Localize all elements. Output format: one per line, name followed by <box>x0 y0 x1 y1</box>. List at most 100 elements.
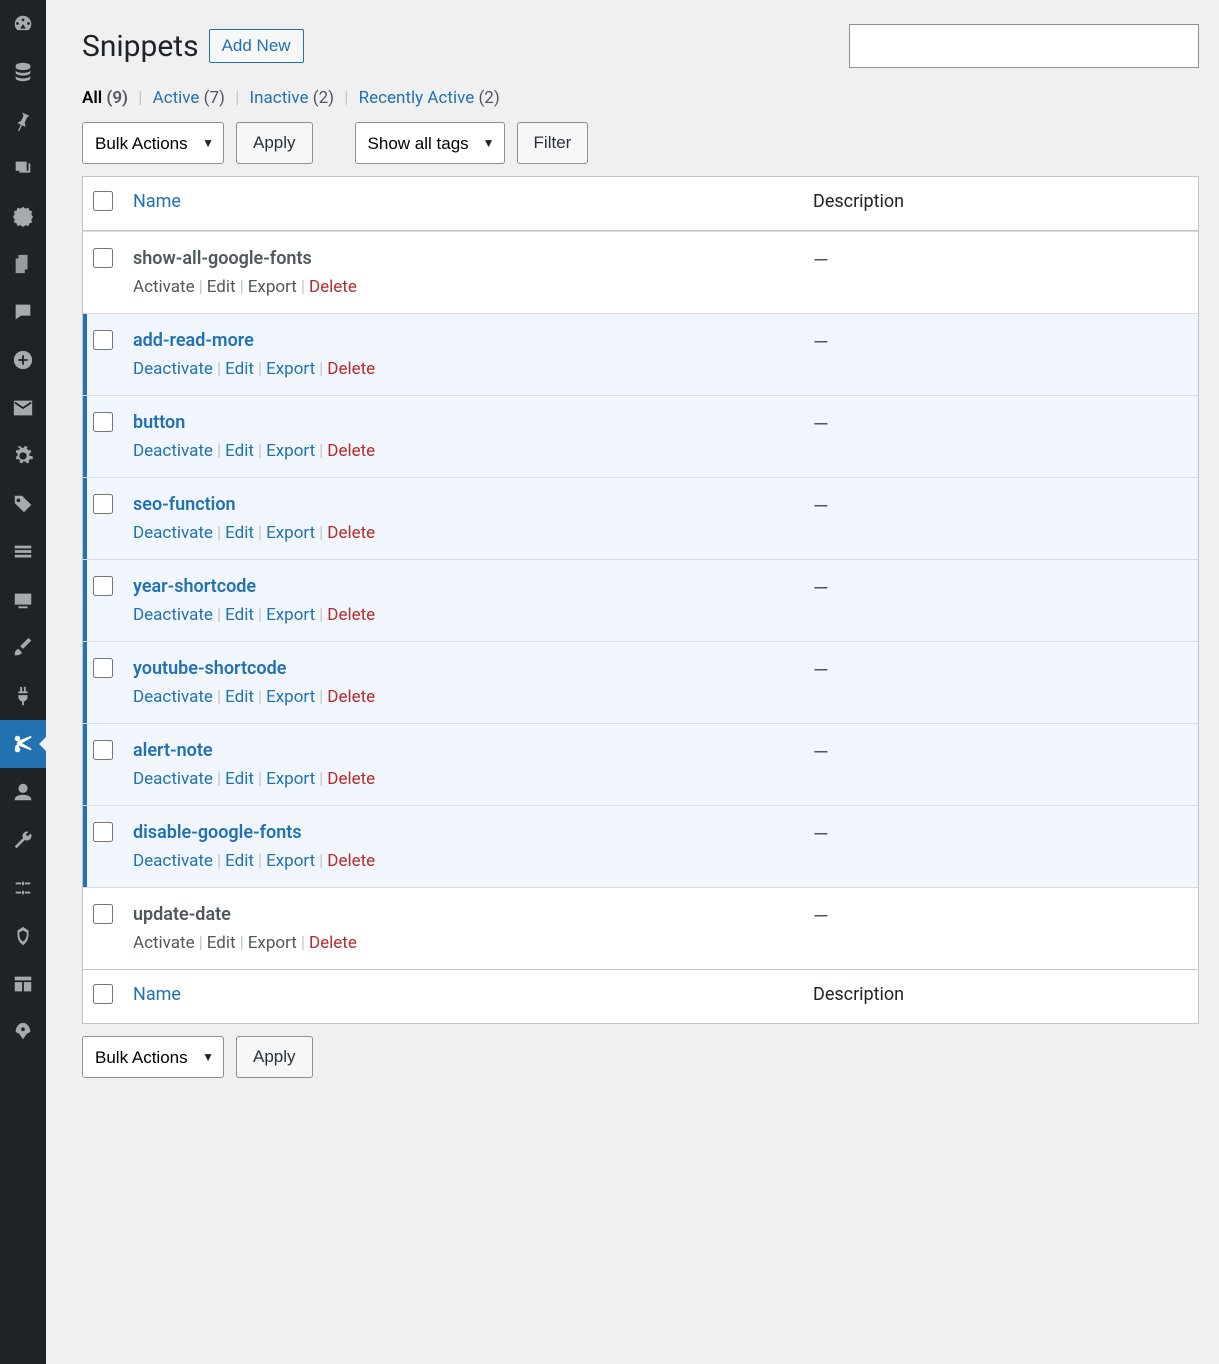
row-action-edit[interactable]: Edit <box>225 605 254 625</box>
row-action-edit[interactable]: Edit <box>207 277 236 297</box>
sidebar-item-appearance[interactable] <box>0 624 46 672</box>
row-action-export[interactable]: Export <box>266 441 315 461</box>
row-action-delete[interactable]: Delete <box>327 769 375 789</box>
row-title[interactable]: alert-note <box>133 740 793 761</box>
filter-all[interactable]: All (9) <box>82 88 128 108</box>
row-checkbox[interactable] <box>93 412 113 432</box>
filter-recent[interactable]: Recently Active (2) <box>359 88 500 108</box>
row-action-export[interactable]: Export <box>248 277 297 297</box>
sidebar-item-forms[interactable] <box>0 192 46 240</box>
sidebar-item-posts[interactable] <box>0 96 46 144</box>
sidebar-item-settings[interactable] <box>0 432 46 480</box>
row-title[interactable]: button <box>133 412 793 433</box>
sidebar-item-pages[interactable] <box>0 240 46 288</box>
sidebar-item-panel[interactable] <box>0 960 46 1008</box>
sidebar-item-comments[interactable] <box>0 288 46 336</box>
row-description: — <box>803 313 1198 395</box>
row-action-toggle[interactable]: Activate <box>133 933 195 953</box>
sidebar-item-tools[interactable] <box>0 816 46 864</box>
sidebar-item-database[interactable] <box>0 48 46 96</box>
row-checkbox[interactable] <box>93 822 113 842</box>
row-action-delete[interactable]: Delete <box>327 687 375 707</box>
bulk-actions-select-bottom[interactable]: Bulk Actions <box>82 1036 224 1078</box>
row-title[interactable]: add-read-more <box>133 330 793 351</box>
sidebar-item-mail[interactable] <box>0 384 46 432</box>
add-new-button[interactable]: Add New <box>209 29 304 63</box>
header-name-link[interactable]: Name <box>133 191 181 212</box>
sidebar-item-users[interactable] <box>0 768 46 816</box>
row-action-toggle[interactable]: Activate <box>133 277 195 297</box>
filter-inactive[interactable]: Inactive (2) <box>250 88 335 108</box>
row-action-export[interactable]: Export <box>266 523 315 543</box>
bulk-actions-select[interactable]: Bulk Actions <box>82 122 224 164</box>
row-checkbox[interactable] <box>93 494 113 514</box>
row-action-delete[interactable]: Delete <box>327 523 375 543</box>
sidebar-item-rocket[interactable] <box>0 1008 46 1056</box>
sidebar-item-add[interactable] <box>0 336 46 384</box>
row-action-export[interactable]: Export <box>266 769 315 789</box>
row-action-delete[interactable]: Delete <box>327 441 375 461</box>
sidebar-item-tags[interactable] <box>0 480 46 528</box>
row-checkbox[interactable] <box>93 740 113 760</box>
plug-icon <box>12 685 34 707</box>
sidebar-item-snippets[interactable] <box>0 720 46 768</box>
footer-name-link[interactable]: Name <box>133 984 181 1005</box>
row-action-delete[interactable]: Delete <box>309 933 357 953</box>
row-description: — <box>803 395 1198 477</box>
row-action-delete[interactable]: Delete <box>327 851 375 871</box>
row-action-edit[interactable]: Edit <box>225 687 254 707</box>
user-icon <box>12 781 34 803</box>
row-action-export[interactable]: Export <box>266 687 315 707</box>
row-action-edit[interactable]: Edit <box>225 359 254 379</box>
row-action-delete[interactable]: Delete <box>327 605 375 625</box>
footer-name: Name <box>123 969 803 1023</box>
row-checkbox[interactable] <box>93 576 113 596</box>
select-all-checkbox-bottom[interactable] <box>93 984 113 1004</box>
row-action-export[interactable]: Export <box>248 933 297 953</box>
row-title[interactable]: show-all-google-fonts <box>133 248 793 269</box>
sidebar-item-media[interactable] <box>0 144 46 192</box>
row-title[interactable]: update-date <box>133 904 793 925</box>
bulk-actions-wrap-bottom: Bulk Actions <box>82 1036 224 1078</box>
row-title[interactable]: year-shortcode <box>133 576 793 597</box>
row-action-toggle[interactable]: Deactivate <box>133 605 213 625</box>
sidebar-item-dashboard[interactable] <box>0 0 46 48</box>
tags-select[interactable]: Show all tags <box>355 122 505 164</box>
row-action-toggle[interactable]: Deactivate <box>133 687 213 707</box>
row-action-delete[interactable]: Delete <box>327 359 375 379</box>
row-action-export[interactable]: Export <box>266 851 315 871</box>
row-action-toggle[interactable]: Deactivate <box>133 359 213 379</box>
row-title[interactable]: youtube-shortcode <box>133 658 793 679</box>
row-actions: Activate|Edit|Export|Delete <box>133 277 793 297</box>
sidebar-item-slider[interactable] <box>0 576 46 624</box>
row-checkbox[interactable] <box>93 658 113 678</box>
row-title[interactable]: disable-google-fonts <box>133 822 793 843</box>
sidebar-item-list[interactable] <box>0 528 46 576</box>
sidebar-item-seo[interactable] <box>0 912 46 960</box>
row-action-toggle[interactable]: Deactivate <box>133 769 213 789</box>
row-action-edit[interactable]: Edit <box>225 523 254 543</box>
apply-button-bottom[interactable]: Apply <box>236 1036 313 1078</box>
row-action-edit[interactable]: Edit <box>225 441 254 461</box>
row-action-export[interactable]: Export <box>266 359 315 379</box>
row-action-delete[interactable]: Delete <box>309 277 357 297</box>
apply-button-top[interactable]: Apply <box>236 122 313 164</box>
row-action-edit[interactable]: Edit <box>207 933 236 953</box>
row-action-export[interactable]: Export <box>266 605 315 625</box>
filter-active[interactable]: Active (7) <box>153 88 225 108</box>
row-checkbox[interactable] <box>93 330 113 350</box>
row-checkbox[interactable] <box>93 248 113 268</box>
row-action-toggle[interactable]: Deactivate <box>133 523 213 543</box>
sidebar-item-plugins[interactable] <box>0 672 46 720</box>
sidebar-item-sliders[interactable] <box>0 864 46 912</box>
row-action-edit[interactable]: Edit <box>225 769 254 789</box>
table-row: year-shortcodeDeactivate|Edit|Export|Del… <box>83 559 1198 641</box>
search-input[interactable] <box>849 24 1199 68</box>
filter-button[interactable]: Filter <box>517 122 589 164</box>
row-action-toggle[interactable]: Deactivate <box>133 441 213 461</box>
row-checkbox[interactable] <box>93 904 113 924</box>
row-action-edit[interactable]: Edit <box>225 851 254 871</box>
select-all-checkbox-top[interactable] <box>93 191 113 211</box>
row-action-toggle[interactable]: Deactivate <box>133 851 213 871</box>
row-title[interactable]: seo-function <box>133 494 793 515</box>
